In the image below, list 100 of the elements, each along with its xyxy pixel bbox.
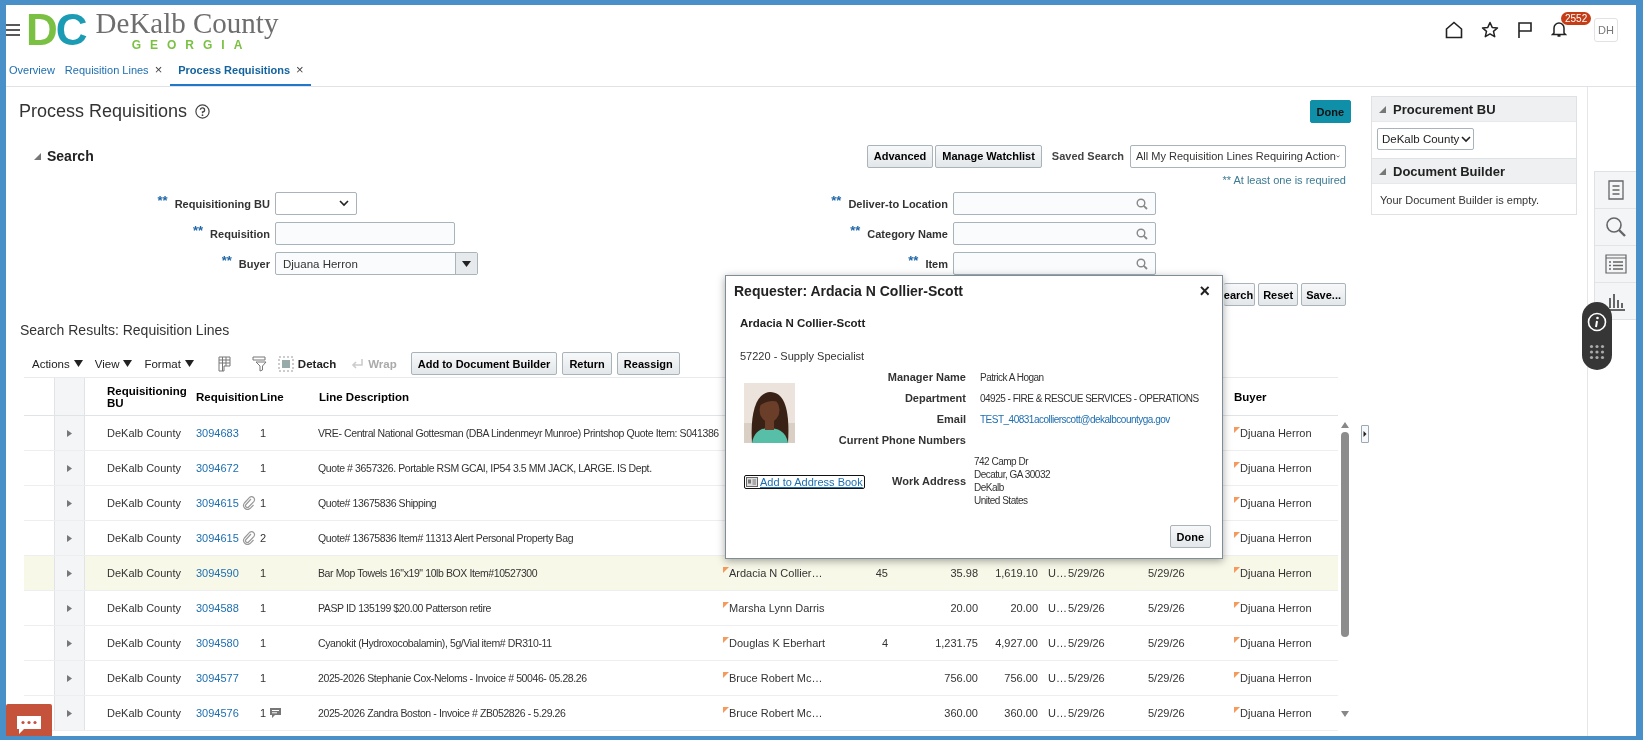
chat-bubble-icon[interactable] <box>14 714 44 736</box>
corner-mark-icon <box>1234 602 1240 608</box>
requisition-link[interactable]: 3094577 <box>196 672 239 684</box>
collapse-icon[interactable] <box>33 151 42 161</box>
caret-down-icon[interactable] <box>462 260 471 267</box>
close-tab-button[interactable]: × <box>154 62 163 77</box>
table-cell: Djuana Herron <box>1240 427 1312 439</box>
list-icon[interactable] <box>1605 254 1627 274</box>
detach-icon[interactable] <box>277 355 294 372</box>
document-icon[interactable] <box>1608 180 1624 200</box>
saved-search-dropdown[interactable]: All My Requisition Lines Requiring Action <box>1130 144 1346 168</box>
toolbar-button[interactable]: Detach <box>277 355 337 372</box>
requisition-link[interactable]: 3094588 <box>196 602 239 614</box>
search-action-button[interactable]: Reset <box>1258 283 1299 306</box>
search-field[interactable] <box>953 222 1156 245</box>
requisition-link[interactable]: 3094683 <box>196 427 239 439</box>
search-icon[interactable] <box>1136 257 1148 270</box>
detail-label: Email <box>936 413 966 425</box>
search-action-button[interactable]: Save... <box>1301 283 1346 306</box>
collapse-handle[interactable] <box>1361 425 1369 443</box>
collapse-icon[interactable] <box>1378 104 1387 114</box>
email-link[interactable]: TEST_40831acollierscott@dekalbcountyga.gov <box>980 413 1170 425</box>
table-cell: 5/29/26 <box>1068 602 1105 614</box>
expand-icon[interactable] <box>65 533 74 543</box>
done-button[interactable]: Done <box>1169 525 1211 548</box>
help-panel[interactable] <box>1582 302 1612 370</box>
search-option-button[interactable]: Advanced <box>866 144 934 168</box>
column-header[interactable]: Buyer <box>1234 390 1267 403</box>
search-action-button[interactable]: earch <box>1223 283 1256 306</box>
menu-button[interactable]: Format <box>144 357 194 370</box>
help-icon[interactable] <box>195 104 211 119</box>
info-icon[interactable] <box>1587 312 1607 332</box>
menu-button[interactable]: View <box>94 357 133 370</box>
requisition-link[interactable]: 3094576 <box>196 707 239 719</box>
toolbar-button[interactable]: Add to Document Builder <box>410 352 558 375</box>
caret-down-icon[interactable] <box>73 360 83 367</box>
table-row[interactable]: DeKalb County 3094588 1 PASP ID 135199 $20.00 Patterson retire Marsha Lynn Darris 20.00 20.00 U…5/29/26 5/29/26 Djuana Herron <box>54 591 1338 625</box>
corner-mark-icon <box>1234 462 1240 468</box>
requisition-link[interactable]: 3094615 <box>196 532 239 544</box>
caret-down-icon[interactable] <box>123 360 133 367</box>
tab[interactable]: Process Requisitions × <box>170 55 311 86</box>
search-icon[interactable] <box>1136 197 1148 210</box>
expand-icon[interactable] <box>65 498 74 508</box>
close-tab-button[interactable]: × <box>296 62 304 77</box>
apps-grid-icon[interactable] <box>1589 344 1605 360</box>
chevron-down-icon[interactable] <box>339 200 349 207</box>
add-to-address-book-link[interactable]: Add to Address Book <box>744 475 865 489</box>
expand-icon[interactable] <box>65 463 74 473</box>
search-option-button[interactable]: Manage Watchlist <box>935 144 1042 168</box>
search-icon[interactable] <box>1136 227 1148 240</box>
toolbar-button[interactable]: Reassign <box>616 352 680 375</box>
table-row[interactable]: DeKalb County 3094577 1 2025-2026 Stephanie Cox-Neloms - Invoice # 50046- 05.28.26 Bruce Robert Mc… 756.00 756.00 U…5/29/26 5/29/26 Djuana Herron <box>54 661 1338 695</box>
flag-icon[interactable] <box>1517 21 1533 39</box>
tab[interactable]: Requisition Lines × <box>62 55 170 86</box>
paperclip-icon[interactable] <box>241 496 256 510</box>
chat-button[interactable] <box>6 704 52 736</box>
logo-subtitle: GEORGIA <box>131 37 252 52</box>
dropdown-field[interactable] <box>275 192 357 215</box>
user-avatar[interactable]: DH <box>1594 18 1618 42</box>
caret-down-icon[interactable] <box>184 360 194 367</box>
requisition-link[interactable]: 3094615 <box>196 497 239 509</box>
tab[interactable]: Overview <box>7 55 62 86</box>
expand-icon[interactable] <box>65 568 74 578</box>
toolbar-button[interactable]: Return <box>562 352 612 375</box>
collapse-icon[interactable] <box>1378 166 1387 176</box>
address-card-icon[interactable] <box>746 477 758 487</box>
star-icon[interactable] <box>1481 21 1499 39</box>
table-row[interactable]: DeKalb County 3094580 1 Cyanokit (Hydroxocobalamin), 5g/Vial item# DR310-11 Douglas K Eberhart 4 1,231.75 4,927.00 U…5/29/26 5/29/26 Djuana Herron <box>54 626 1338 660</box>
expand-icon[interactable] <box>65 428 74 438</box>
dropdown-field[interactable]: DeKalb County <box>1377 128 1475 150</box>
expand-icon[interactable] <box>65 708 74 718</box>
home-icon[interactable] <box>1445 21 1463 39</box>
column-header[interactable]: Line <box>260 390 284 403</box>
combo-field[interactable]: Djuana Herron <box>275 252 478 275</box>
requisition-link[interactable]: 3094672 <box>196 462 239 474</box>
expand-icon[interactable] <box>65 603 74 613</box>
column-header[interactable]: Line Description <box>319 390 410 403</box>
chevron-down-icon[interactable] <box>1461 135 1472 143</box>
menu-icon[interactable] <box>6 24 20 36</box>
table-cell: DeKalb County <box>107 602 181 614</box>
note-icon[interactable] <box>269 707 283 719</box>
filter-icon[interactable] <box>251 355 268 372</box>
search-field[interactable] <box>953 252 1156 275</box>
table-row[interactable]: DeKalb County 3094576 1 2025-2026 Zandra Boston - Invoice # ZB052826 - 5.29.26 Bruce Robert Mc… 360.00 360.00 U…5/29/26 5/29/26 Djuana Herron <box>54 696 1338 730</box>
menu-button[interactable]: Actions <box>32 357 83 370</box>
close-button[interactable]: × <box>1199 280 1210 302</box>
requisition-link[interactable]: 3094580 <box>196 637 239 649</box>
column-header[interactable]: Requisitioning BU <box>107 384 187 409</box>
bar-chart-icon[interactable] <box>1606 291 1626 311</box>
requisition-link[interactable]: 3094590 <box>196 567 239 579</box>
column-header[interactable]: Requisition <box>196 390 259 403</box>
expand-icon[interactable] <box>65 638 74 648</box>
input-field[interactable] <box>275 222 455 245</box>
search-icon[interactable] <box>1605 216 1627 238</box>
bell-icon[interactable] <box>1551 19 1567 38</box>
freeze-columns-icon[interactable] <box>215 355 232 372</box>
paperclip-icon[interactable] <box>241 531 256 545</box>
done-button[interactable]: Done <box>1309 100 1351 123</box>
search-field[interactable] <box>953 192 1156 215</box>
expand-icon[interactable] <box>65 673 74 683</box>
